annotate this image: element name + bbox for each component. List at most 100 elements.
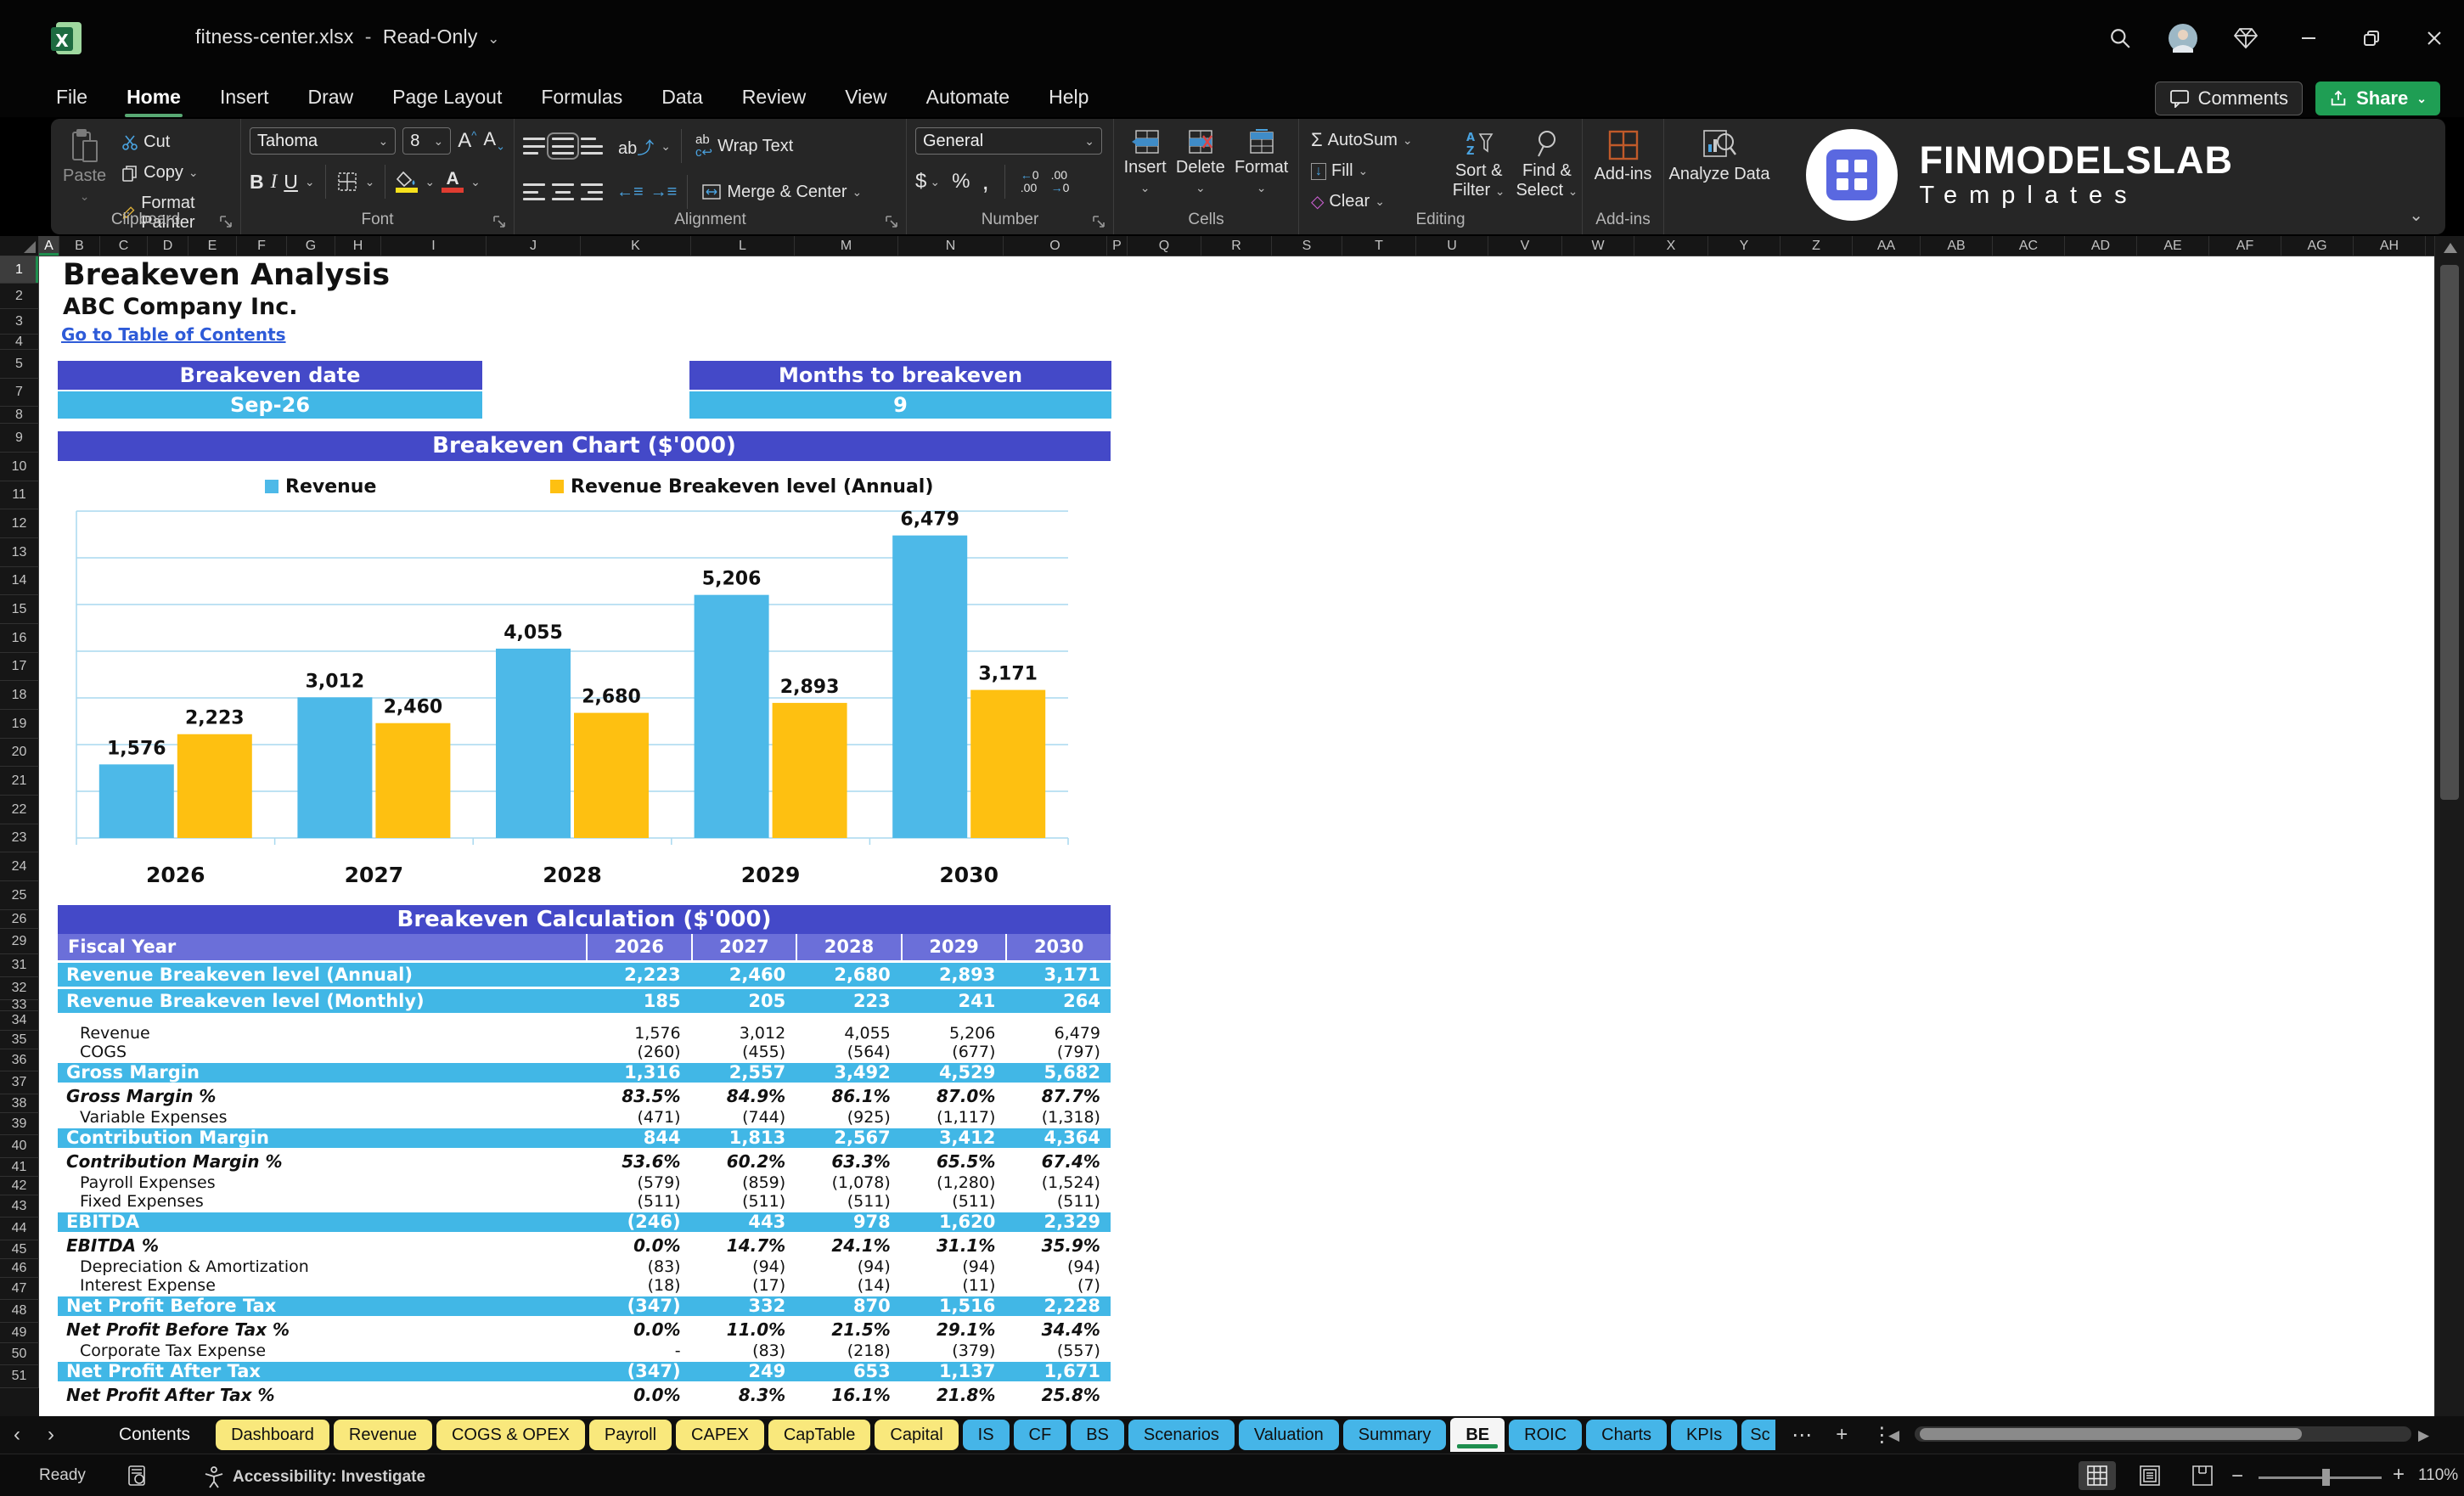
row-header-50[interactable]: 50 [0,1343,39,1365]
autosum-button[interactable]: Σ AutoSum ⌄ [1308,127,1445,153]
cell-value[interactable]: (1,117) [901,1108,1006,1127]
column-header-C[interactable]: C [100,236,148,256]
align-center-button[interactable] [552,183,574,200]
more-sheets-icon[interactable]: ⋯ [1792,1423,1812,1448]
zoom-slider[interactable] [2259,1476,2382,1479]
row-header-33[interactable]: 33 [0,998,39,1012]
column-header-N[interactable]: N [898,236,1004,256]
addins-button[interactable]: Add-ins [1583,129,1663,184]
row-header-40[interactable]: 40 [0,1135,39,1158]
cell-value[interactable]: 29.1% [901,1318,1006,1341]
horizontal-scrollbar[interactable] [1915,1426,2411,1442]
italic-button[interactable]: I [271,171,278,193]
sheet-tab-be[interactable]: BE [1450,1418,1505,1452]
analyze-data-button[interactable]: Analyze Data [1664,129,1775,184]
close-button[interactable] [2418,22,2450,54]
cell-value[interactable]: (11) [901,1276,1006,1295]
cell-value[interactable]: 241 [901,989,1006,1013]
cell-value[interactable]: 21.5% [796,1318,901,1341]
row-header-41[interactable]: 41 [0,1158,39,1177]
collapse-ribbon-icon[interactable]: ⌄ [2409,205,2423,226]
bold-button[interactable]: B [250,171,264,194]
zoom-out-button[interactable]: − [2231,1465,2243,1488]
cell-value[interactable]: 2,223 [586,963,691,987]
cell-value[interactable]: (1,318) [1005,1108,1111,1127]
table-row-net-profit-after-tax[interactable]: Net Profit After Tax % 0.0% 8.3% 16.1% 21.8%… [58,1383,1111,1407]
cell-value[interactable]: 60.2% [691,1150,796,1173]
insert-cells-button[interactable]: Insert ⌄ [1124,129,1167,195]
column-header-Z[interactable]: Z [1780,236,1853,256]
year-header-2026[interactable]: 2026 [586,934,691,960]
cell-value[interactable]: 87.0% [901,1084,1006,1108]
cell-value[interactable]: 4,055 [796,1024,901,1043]
column-header-F[interactable]: F [237,236,287,256]
table-header-row[interactable]: Fiscal Year 2026 2027 2028 2029 2030 [58,934,1111,960]
cell-value[interactable]: (511) [901,1192,1006,1211]
decrease-indent-button[interactable]: ←≡ [616,183,644,202]
hscroll-right-icon[interactable]: ▶ [2418,1427,2429,1444]
column-header-K[interactable]: K [581,236,691,256]
cell-value[interactable]: (744) [691,1108,796,1127]
share-button[interactable]: Share ⌄ [2315,82,2440,115]
cell-value[interactable]: 443 [691,1212,796,1232]
row-header-36[interactable]: 36 [0,1049,39,1071]
cell-value[interactable]: (246) [586,1212,691,1232]
row-header-5[interactable]: 5 [0,350,39,379]
cell-value[interactable]: 844 [586,1128,691,1148]
table-row-ebitda[interactable]: EBITDA % 0.0% 14.7% 24.1% 31.1% 35.9% [58,1234,1111,1257]
cell-value[interactable]: 63.3% [796,1150,901,1173]
table-row-revenue-breakeven-level-monthly[interactable]: Revenue Breakeven level (Monthly) 185 205 2… [58,989,1111,1013]
cell-value[interactable]: 2,329 [1005,1212,1111,1232]
cell-value[interactable] [691,1013,796,1024]
cell-value[interactable] [1005,1013,1111,1024]
find-select-button[interactable]: Find & Select ⌄ [1512,129,1582,214]
table-row-interest-expense[interactable]: Interest Expense (18) (17) (14) (11) (7) [58,1276,1111,1295]
premium-diamond-icon[interactable] [2230,22,2262,54]
row-header-7[interactable]: 7 [0,379,39,407]
table-row-net-profit-before-tax[interactable]: Net Profit Before Tax (347) 332 870 1,516 2,2… [58,1295,1111,1318]
cell-value[interactable]: (218) [796,1341,901,1360]
cell-value[interactable]: 3,492 [796,1063,901,1083]
column-header-X[interactable]: X [1634,236,1708,256]
cell-value[interactable]: - [586,1341,691,1360]
column-header-Q[interactable]: Q [1128,236,1201,256]
column-header-Y[interactable]: Y [1708,236,1780,256]
row-header-49[interactable]: 49 [0,1323,39,1343]
vertical-scroll-thumb[interactable] [2440,265,2459,800]
cell-value[interactable]: (455) [691,1043,796,1061]
zoom-slider-thumb[interactable] [2322,1469,2330,1486]
cell-value[interactable]: (511) [586,1192,691,1211]
ribbon-tab-automate[interactable]: Automate [913,81,1023,114]
table-row-variable-expenses[interactable]: Variable Expenses (471) (744) (925) (1,117)(… [58,1108,1111,1127]
cell-value[interactable]: 3,412 [901,1128,1006,1148]
column-header-W[interactable]: W [1562,236,1634,256]
cell-value[interactable]: 0.0% [586,1383,691,1407]
normal-view-button[interactable] [2079,1461,2116,1490]
cell-value[interactable]: (14) [796,1276,901,1295]
cell-value[interactable] [586,1013,691,1024]
comma-format-button[interactable]: , [982,169,988,194]
cell-value[interactable]: (1,078) [796,1173,901,1192]
cell-value[interactable]: 25.8% [1005,1383,1111,1407]
column-header-M[interactable]: M [795,236,898,256]
align-bottom-button[interactable] [581,138,603,155]
cell-value[interactable]: 34.4% [1005,1318,1111,1341]
comments-button[interactable]: Comments [2154,82,2303,115]
row-header-17[interactable]: 17 [0,653,39,681]
cell-value[interactable]: (579) [586,1173,691,1192]
cell-value[interactable]: (7) [1005,1276,1111,1295]
zoom-in-button[interactable]: + [2393,1463,2405,1487]
year-header-2029[interactable]: 2029 [900,934,1006,960]
scroll-up-icon[interactable] [2444,243,2457,253]
sheet-tab-bs[interactable]: BS [1071,1420,1124,1450]
row-header-48[interactable]: 48 [0,1300,39,1323]
column-header-AD[interactable]: AD [2065,236,2137,256]
ribbon-tab-home[interactable]: Home [113,81,194,117]
column-header-AA[interactable]: AA [1853,236,1921,256]
ribbon-tab-page-layout[interactable]: Page Layout [379,81,515,114]
cell-value[interactable]: (1,280) [901,1173,1006,1192]
column-header-AE[interactable]: AE [2137,236,2209,256]
cell-value[interactable]: 249 [691,1362,796,1381]
row-header-43[interactable]: 43 [0,1195,39,1218]
underline-button[interactable]: U [284,171,298,194]
